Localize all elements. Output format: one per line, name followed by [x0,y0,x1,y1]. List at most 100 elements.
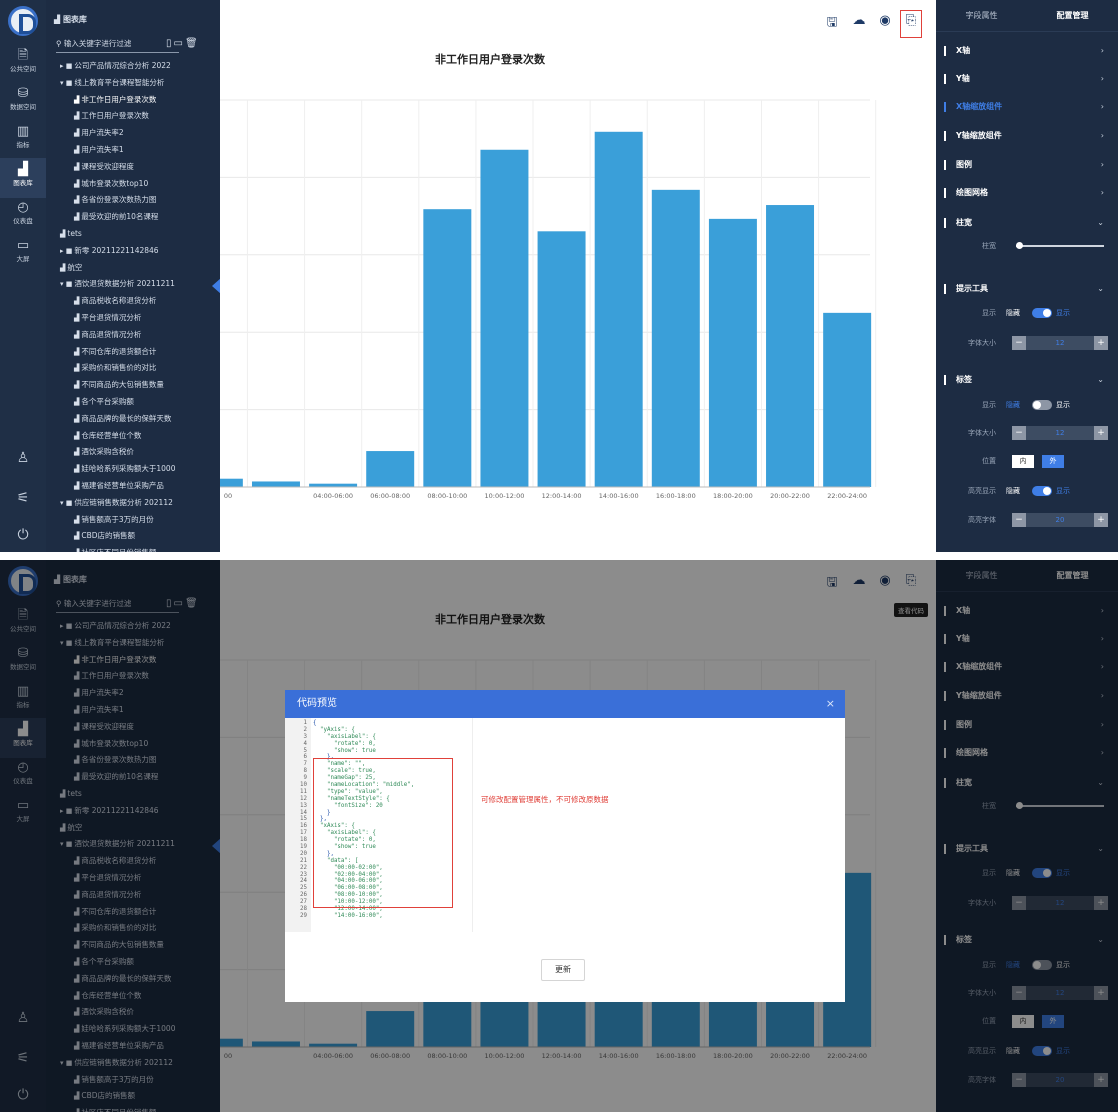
bar-width-slider[interactable] [1016,242,1104,249]
update-button[interactable]: 更新 [541,959,585,981]
tree-item[interactable]: ▟ 酒饮采购含税价 [46,444,220,461]
tree-folder[interactable]: ▸ ■ 公司产品情况综合分析 2022 [46,58,220,75]
code-line: 2 "yAxis": { [285,727,414,734]
tree-item[interactable]: ▟ 商品税收名称退货分析 [46,293,220,310]
rail-item-2[interactable]: ⛁ 数据空间 [0,82,46,122]
chart-icon: ▟ [74,481,80,490]
tree-item[interactable]: ▟ 商品品牌的最长的保鲜天数 [46,411,220,428]
rail-item-5[interactable]: ◴ 仪表盘 [0,196,46,236]
settings-icon[interactable]: ⚟ [0,490,46,506]
bar-14:00-16:00[interactable] [594,131,643,487]
tree-item[interactable]: ▟ 最受欢迎的前10名课程 [46,209,220,226]
tree-item-label: 采购价和销售价的对比 [81,363,157,373]
bar-16:00-18:00[interactable] [651,189,700,487]
position-outside[interactable]: 外 [1042,455,1064,468]
section-y-zoom[interactable]: Y轴缩放组件 › [936,126,1118,146]
section-x-axis[interactable]: X轴 › [936,41,1118,61]
label-font-stepper[interactable]: −12 + [1012,426,1108,440]
tree-folder[interactable]: ▸ ■ 新零 20211221142846 [46,243,220,260]
code-text: "rotate": 0, [313,740,376,747]
tree-item[interactable]: ▟ tets [46,226,220,243]
chart-icon: ▟ [60,229,66,238]
plus-button[interactable]: + [1094,336,1108,350]
new-file-icon[interactable]: ▯ [166,38,174,49]
tree-item[interactable]: ▟ 非工作日用户登录次数 [46,92,220,109]
section-bar-width[interactable]: 柱宽 ⌄ [936,213,1118,233]
bar-20:00-22:00[interactable] [766,205,815,488]
tree-item[interactable]: ▟ 仓库经营单位个数 [46,428,220,445]
tree-item[interactable]: ▟ 用户流失率1 [46,142,220,159]
tree-folder[interactable]: ▾ ■ 酒饮退货数据分析 20211211 [46,276,220,293]
tree-item-label: 商品退货情况分析 [81,329,142,339]
section-y-axis[interactable]: Y轴 › [936,69,1118,89]
bar-08:00-10:00[interactable] [423,209,472,488]
rail-item-1[interactable]: 🗎 公共空间 [0,44,46,84]
tree-item[interactable]: ▟ 工作日用户登录次数 [46,108,220,125]
plus-button[interactable]: + [1094,426,1108,440]
code-editor[interactable]: 1{2 "yAxis": {3 "axisLabel": {4 "rotate"… [285,718,473,932]
tree-item[interactable]: ▟ 娃哈哈系列采购额大于1000 [46,461,220,478]
tree-item[interactable]: ▟ 福建省经营单位采购产品 [46,478,220,495]
tree-item[interactable]: ▟ 城市登录次数top10 [46,176,220,193]
section-label[interactable]: 标签 ⌄ [936,370,1118,390]
bar-12:00-14:00[interactable] [537,231,586,487]
highlight-font-stepper[interactable]: −20 + [1012,513,1108,527]
tree-item[interactable]: ▟ CBD店的销售额 [46,528,220,545]
tree-folder[interactable]: ▾ ■ 线上教育平台课程智能分析 [46,75,220,92]
slider-knob[interactable] [1016,242,1023,249]
folder-icon: ▾ ■ [60,78,73,87]
plus-button[interactable]: + [1094,513,1108,527]
tree-item[interactable]: ▟ 各个平台采购额 [46,394,220,411]
tree-search-input[interactable]: ⚲ 输入关键字进行过滤 [56,35,179,53]
delete-icon[interactable]: 🗑 [185,38,200,49]
tree-item[interactable]: ▟ 各省份登录次数热力图 [46,192,220,209]
rail-item-6[interactable]: ▭ 大屏 [0,234,46,274]
bar-00:00-02:00[interactable] [220,478,243,487]
minus-button[interactable]: − [1012,513,1026,527]
bar-22:00-24:00[interactable] [823,312,872,487]
tree-item[interactable]: ▟ 平台退货情况分析 [46,310,220,327]
position-inside[interactable]: 内 [1012,455,1034,468]
tree-item[interactable]: ▟ 不同仓库的退货额合计 [46,344,220,361]
section-tooltip[interactable]: 提示工具 ⌄ [936,279,1118,299]
tree-item[interactable]: ▟社区店不同月份销售额 [46,545,220,552]
tree-folder[interactable]: ▾ ■ 供应链销售数据分析 202112 [46,495,220,512]
tree-item[interactable]: ▟ 课程受欢迎程度 [46,159,220,176]
user-icon[interactable]: ♙ [0,450,46,466]
tree-item[interactable]: ▟ 采购价和销售价的对比 [46,360,220,377]
section-grid[interactable]: 绘图网格 › [936,183,1118,203]
folder-icon: ▸ ■ [60,62,73,70]
label-toggle[interactable] [1032,400,1052,410]
minus-button[interactable]: − [1012,426,1026,440]
highlight-toggle[interactable] [1032,486,1052,496]
code-text: "show": true [313,747,376,754]
tree-item[interactable]: ▟ 航空 [46,260,220,277]
bar-06:00-08:00[interactable] [366,451,415,487]
close-icon[interactable]: × [826,690,835,718]
tree-item-label: 酒饮采购含税价 [81,447,134,457]
bar-18:00-20:00[interactable] [708,218,757,487]
bar-02:00-04:00[interactable] [251,481,300,487]
tree-item[interactable]: ▟ 商品退货情况分析 [46,327,220,344]
tooltip-font-stepper[interactable]: −12 + [1012,336,1108,350]
chart-icon: ▟ [74,313,80,322]
section-x-zoom[interactable]: X轴缩放组件 › [936,97,1118,117]
tooltip-toggle[interactable] [1032,308,1052,318]
highlight-font-row: 高亮字体 −20 + [936,511,1118,529]
power-icon[interactable]: ⏻ [0,527,46,543]
tree-item[interactable]: ▟ 销售额高于3万的月份 [46,512,220,529]
tab-field-properties[interactable]: 字段属性 [936,0,1027,32]
rail-item-3[interactable]: ▥ 指标 [0,120,46,160]
tree-item-label: 最受欢迎的前10名课程 [81,212,159,222]
bar-10:00-12:00[interactable] [480,149,529,487]
tab-config-management[interactable]: 配置管理 [1027,0,1118,32]
modal-title: 代码预览 [297,698,337,709]
new-folder-icon[interactable]: ▭ [174,38,185,49]
minus-button[interactable]: − [1012,336,1026,350]
chart-icon: ▟ [74,129,80,138]
line-number: 25 [300,885,307,892]
tree-item[interactable]: ▟ 不同商品的大包销售数量 [46,377,220,394]
tree-item[interactable]: ▟ 用户流失率2 [46,125,220,142]
section-legend[interactable]: 图例 › [936,155,1118,175]
rail-item-4[interactable]: ▟ 图表库 [0,158,46,198]
